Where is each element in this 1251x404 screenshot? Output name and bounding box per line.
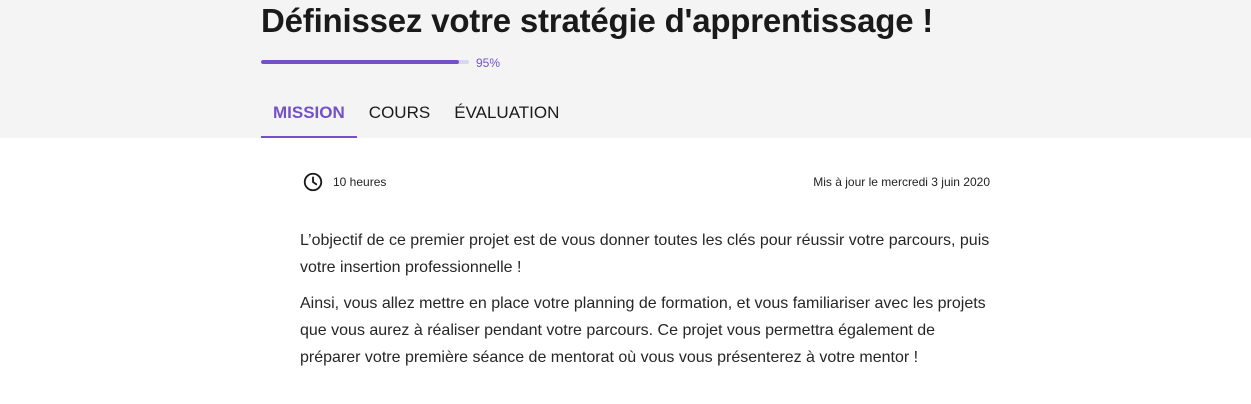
duration-text: 10 heures <box>333 175 387 189</box>
progress-percentage: 95% <box>476 56 501 70</box>
progress-bar <box>261 60 469 64</box>
paragraph: L’objectif de ce premier projet est de v… <box>300 232 990 276</box>
tab-cours[interactable]: COURS <box>357 95 442 138</box>
course-header: Définissez votre stratégie d'apprentissa… <box>0 0 1251 138</box>
project-meta: 10 heures Mis à jour le mercredi 3 juin … <box>302 170 990 194</box>
course-tabs: MISSION COURS ÉVALUATION <box>261 95 571 138</box>
mission-description: L’objectif de ce premier projet est de v… <box>300 227 990 380</box>
progress-bar-fill <box>261 60 459 64</box>
tab-mission[interactable]: MISSION <box>261 95 357 138</box>
page-title: Définissez votre stratégie d'apprentissa… <box>261 2 934 39</box>
paragraph: Ainsi, vous allez mettre en place votre … <box>300 295 986 366</box>
clock-icon <box>303 172 323 192</box>
updated-date: Mis à jour le mercredi 3 juin 2020 <box>813 175 990 189</box>
tab-evaluation[interactable]: ÉVALUATION <box>442 95 571 138</box>
